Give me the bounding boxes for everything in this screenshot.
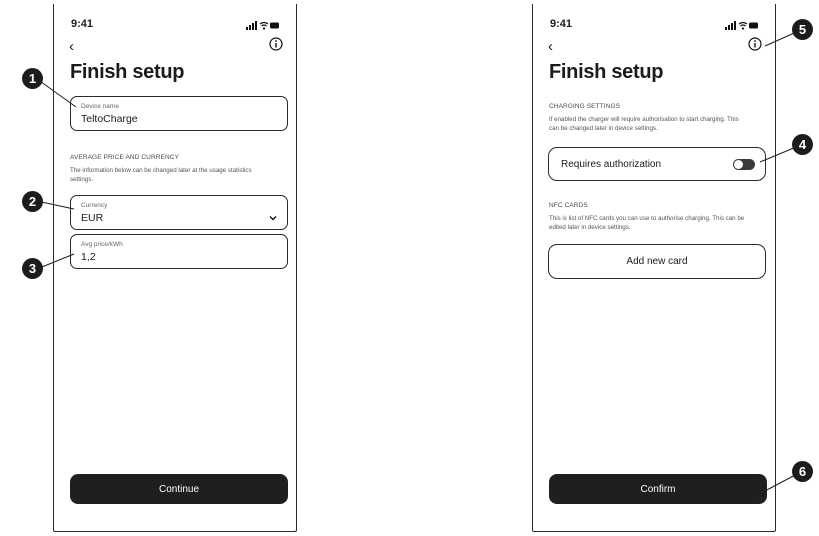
callout-6: 6 [792, 461, 813, 482]
callout-2: 2 [22, 191, 43, 212]
callout-1: 1 [22, 68, 43, 89]
callout-5: 5 [792, 19, 813, 40]
callout-3: 3 [22, 258, 43, 279]
callout-leader-lines [36, 29, 802, 493]
callout-4: 4 [792, 134, 813, 155]
